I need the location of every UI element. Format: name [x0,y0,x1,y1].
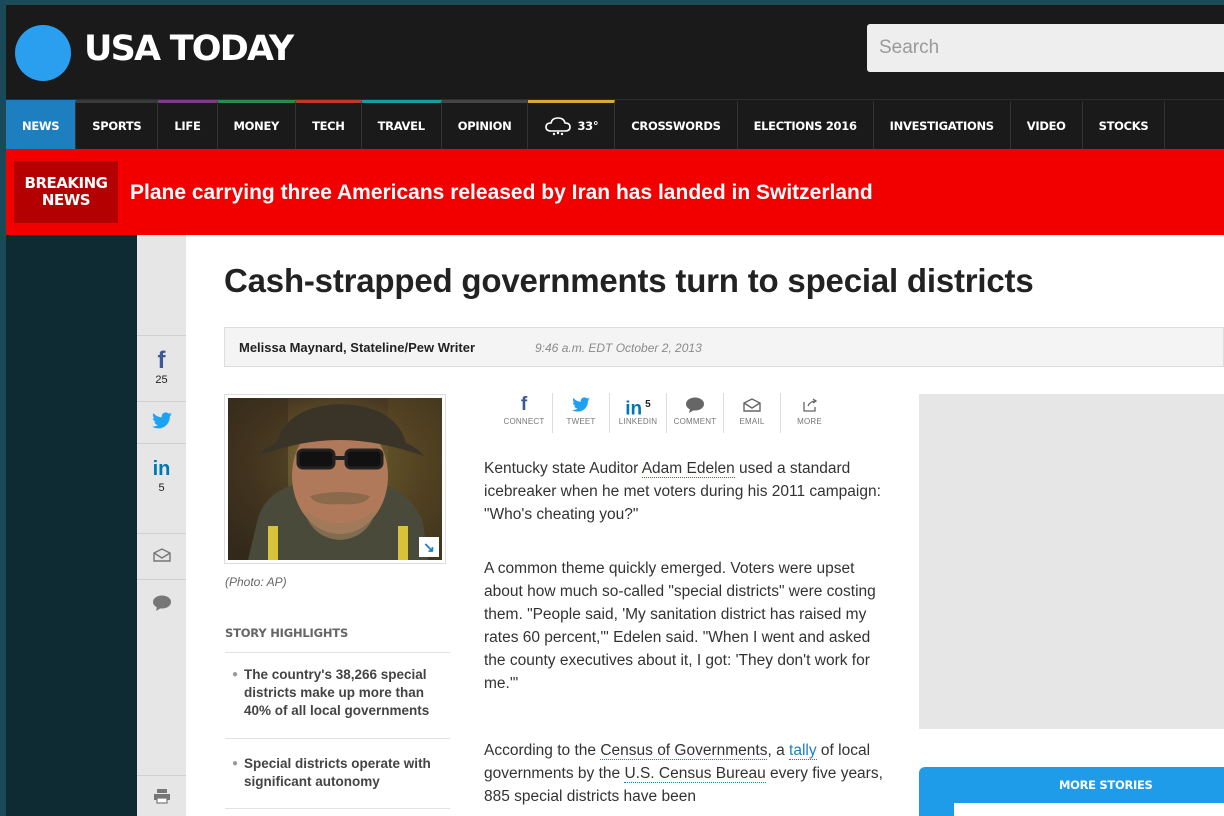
main-nav: NEWS SPORTS LIFE MONEY TECH TRAVEL OPINI… [6,99,1224,149]
share-connect-label: CONNECT [503,417,545,426]
share-more-label: MORE [797,417,822,426]
nav-elections-2016[interactable]: ELECTIONS 2016 [738,100,874,149]
nav-opinion[interactable]: OPINION [441,100,529,149]
story-highlights-title: STORY HIGHLIGHTS [225,626,349,640]
snow-cloud-icon [544,116,572,136]
comment-icon [152,595,172,616]
nav-video[interactable]: VIDEO [1011,100,1083,149]
facebook-count: 25 [155,374,168,386]
rail-comment[interactable] [137,579,186,631]
linkedin-rail-count: 5 [158,482,165,494]
search-box[interactable] [867,24,1224,72]
firefighter-photo: ↘ [228,398,442,560]
share-tweet-label: TWEET [566,417,596,426]
paragraph-text: A common theme quickly emerged. Voters w… [484,560,876,692]
breaking-news-label: BREAKING NEWS [14,161,118,223]
search-input[interactable] [867,24,1224,72]
rail-print[interactable] [137,775,186,816]
social-share-rail: f 25 in 5 [137,235,186,816]
nav-life[interactable]: LIFE [158,100,218,149]
facebook-icon: f [157,347,166,374]
rail-linkedin[interactable]: in 5 [137,443,186,513]
twitter-icon [151,412,173,434]
nav-stocks[interactable]: STOCKS [1083,100,1166,149]
share-connect-button[interactable]: f CONNECT [496,393,553,433]
left-background [6,235,137,816]
nav-tech[interactable]: TECH [296,100,362,149]
nav-money[interactable]: MONEY [217,100,297,149]
byline-author[interactable]: Melissa Maynard, Stateline/Pew Writer [239,340,475,355]
comment-icon [667,393,723,417]
article-share-bar: f CONNECT TWEET in 5 LINKEDIN COMMENT EMA… [496,393,838,433]
linkedin-icon: in [152,458,171,480]
rail-facebook[interactable]: f 25 [137,335,186,401]
bullet-icon: ● [232,669,239,680]
nav-investigations[interactable]: INVESTIGATIONS [874,100,1011,149]
share-linkedin-button[interactable]: in 5 LINKEDIN [610,393,667,433]
highlight-item: ● Special districts operate with signifi… [232,755,452,791]
bullet-icon: ● [232,758,239,769]
paragraph-text: , a [767,742,790,759]
article-paragraph: According to the Census of Governments, … [484,739,896,808]
share-linkedin-label: LINKEDIN [618,417,658,426]
linkedin-icon: in 5 [625,398,651,420]
highlight-text: The country's 38,266 special districts m… [244,667,430,718]
weather-temperature: 33° [577,119,599,133]
share-email-label: EMAIL [739,417,765,426]
paragraph-text: According to the [484,742,601,759]
link-us-census-bureau[interactable]: U.S. Census Bureau [624,765,766,783]
usa-today-logo-icon[interactable] [15,25,71,81]
byline-bar: Melissa Maynard, Stateline/Pew Writer 9:… [224,327,1224,367]
ad-placeholder[interactable] [919,394,1224,729]
facebook-icon: f [520,394,528,415]
highlights-divider [225,652,450,653]
byline-timestamp: 9:46 a.m. EDT October 2, 2013 [535,341,702,355]
highlight-item: ● The country's 38,266 special districts… [232,666,452,720]
nav-travel[interactable]: TRAVEL [361,100,442,149]
highlights-divider [225,738,450,739]
email-icon [152,548,171,566]
highlight-text: Special districts operate with significa… [244,756,431,789]
rail-email[interactable] [137,533,186,579]
article-headline: Cash-strapped governments turn to specia… [224,262,1034,299]
breaking-news-bar[interactable]: BREAKING NEWS Plane carrying three Ameri… [6,149,1224,235]
breaking-news-headline[interactable]: Plane carrying three Americans released … [130,181,873,205]
share-email-button[interactable]: EMAIL [724,393,781,433]
share-more-icon [781,393,838,417]
share-tweet-button[interactable]: TWEET [553,393,610,433]
breaking-label-line2: NEWS [41,191,91,209]
photo-credit: (Photo: AP) [225,575,287,589]
more-stories-panel[interactable]: MORE STORIES [919,767,1224,816]
email-icon [724,393,780,417]
paragraph-text: Kentucky state Auditor [484,460,642,477]
more-stories-content [954,803,1224,816]
nav-sports[interactable]: SPORTS [76,100,159,149]
rail-twitter[interactable] [137,401,186,443]
print-icon [153,789,171,808]
article-paragraph: A common theme quickly emerged. Voters w… [484,557,896,695]
link-tally[interactable]: tally [789,742,817,760]
masthead: USA TODAY [6,5,1224,99]
linkedin-share-count: 5 [645,399,651,410]
expand-photo-icon[interactable]: ↘ [419,537,439,557]
link-adam-edelen[interactable]: Adam Edelen [641,460,735,478]
share-comment-button[interactable]: COMMENT [667,393,724,433]
breaking-label-line1: BREAKING [24,174,108,192]
nav-weather[interactable]: 33° [528,100,616,149]
twitter-icon [553,393,609,417]
share-more-button[interactable]: MORE [781,393,838,433]
nav-crosswords[interactable]: CROSSWORDS [615,100,738,149]
site-logo[interactable]: USA TODAY [84,29,294,69]
more-stories-label: MORE STORIES [1059,778,1153,792]
article-paragraph: Kentucky state Auditor Adam Edelen used … [484,457,896,526]
link-census-of-governments[interactable]: Census of Governments [600,742,768,760]
share-comment-label: COMMENT [673,417,717,426]
article-photo[interactable]: ↘ [224,394,446,564]
highlights-divider [225,808,450,809]
nav-news[interactable]: NEWS [6,100,77,149]
